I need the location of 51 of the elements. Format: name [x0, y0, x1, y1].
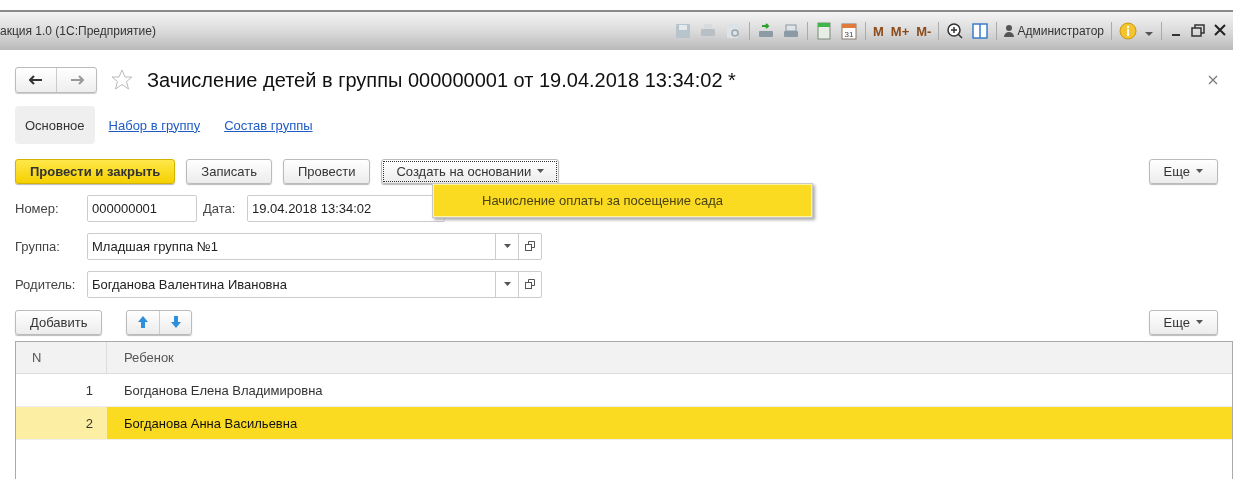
menu-item[interactable]: Начисление оплаты за посещение сада — [433, 184, 812, 217]
column-header: N — [16, 342, 107, 373]
add-button[interactable]: Добавить — [15, 309, 103, 335]
form-title: Зачисление детей в группы 000000001 от 19.04.2018 13:34:02 * — [147, 68, 737, 92]
arrow-down-icon — [169, 315, 182, 329]
inbox-icon[interactable] — [757, 22, 775, 40]
field-label: Номер: — [15, 200, 60, 216]
field-label: Родитель: — [15, 276, 77, 292]
command-button[interactable]: Провести и закрыть — [15, 158, 176, 184]
arrow-right-icon — [69, 75, 84, 85]
more-button[interactable]: Еще — [1148, 309, 1218, 335]
restore-icon[interactable] — [1190, 22, 1206, 40]
star-icon[interactable] — [111, 69, 133, 91]
table-cell[interactable]: Богданова Анна Васильевна — [107, 407, 1232, 439]
user-icon — [1004, 25, 1015, 37]
app-title: акция 1.0 (1С:Предприятие) — [0, 24, 157, 38]
close-icon — [1208, 75, 1218, 85]
command-button[interactable]: Провести — [282, 158, 371, 184]
panel-icon[interactable] — [971, 22, 990, 40]
field-label: Дата: — [203, 200, 237, 216]
tab[interactable]: Набор в группу — [98, 106, 211, 144]
calculator-icon[interactable] — [815, 22, 833, 40]
memory-button[interactable]: M+ — [890, 23, 910, 39]
open-icon — [525, 279, 535, 289]
user-button[interactable]: Администратор — [1004, 24, 1104, 38]
field-label: Группа: — [15, 238, 61, 254]
tray-icon[interactable] — [782, 22, 800, 40]
caret-icon — [1196, 169, 1203, 173]
parent-field[interactable]: Богданова Валентина Ивановна — [87, 270, 542, 298]
calendar-icon[interactable]: 31 — [840, 22, 858, 40]
caret-icon — [503, 282, 511, 286]
menu-button[interactable]: Создать на основании — [381, 158, 560, 184]
caret-icon — [537, 169, 545, 173]
table-cell: 2 — [16, 407, 107, 439]
group-field[interactable]: Младшая группа №1 — [87, 232, 542, 260]
more-button[interactable]: Еще — [1148, 158, 1218, 184]
tab[interactable]: Основное — [15, 106, 95, 144]
command-button[interactable]: Записать — [186, 158, 272, 184]
arrow-up-icon — [137, 315, 150, 329]
arrow-left-icon — [29, 75, 43, 85]
zoom-in-icon[interactable] — [946, 22, 965, 40]
column-header: Ребенок — [123, 349, 175, 367]
preview-icon[interactable] — [724, 22, 742, 40]
caret-icon — [1196, 320, 1203, 324]
number-field[interactable]: 000000001 — [87, 194, 197, 222]
tab[interactable]: Состав группы — [214, 106, 323, 144]
memory-button[interactable]: M — [873, 23, 884, 39]
caret-icon — [503, 244, 511, 248]
open-icon — [525, 241, 535, 251]
memory-button[interactable]: M- — [916, 23, 932, 39]
info-icon[interactable] — [1119, 22, 1137, 40]
